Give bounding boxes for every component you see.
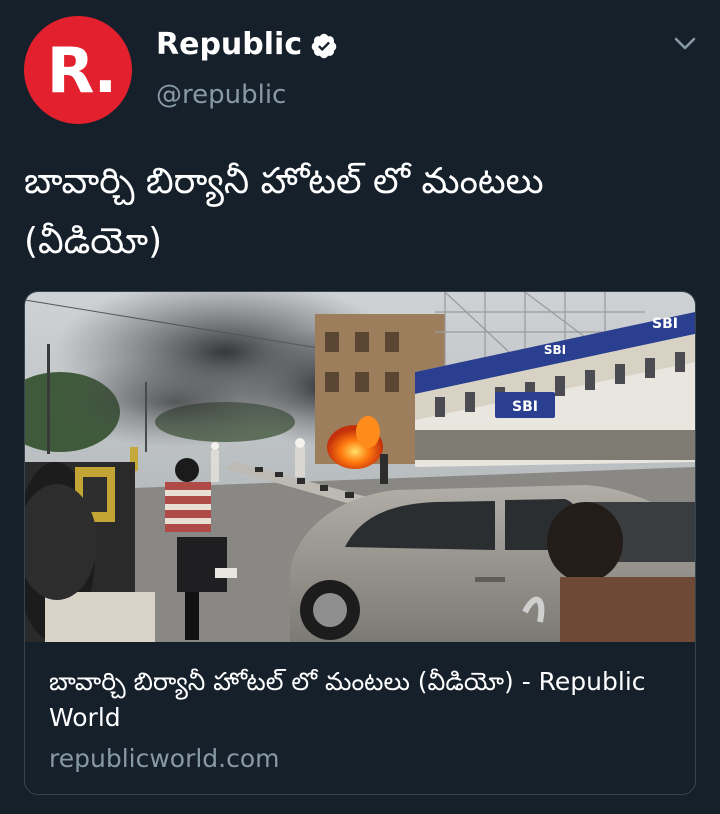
link-preview-card[interactable]: SBI SBI SBI బావార్చి బిర్యానీ హోటల్ లో మ…: [24, 291, 696, 795]
sbi-sign-right: SBI: [652, 316, 678, 332]
tweet-text: బావార్చి బిర్యానీ హోటల్ లో మంటలు (వీడియో…: [24, 161, 544, 262]
card-image: SBI SBI SBI: [25, 292, 695, 642]
chevron-down-icon[interactable]: [672, 34, 698, 54]
avatar[interactable]: R.: [24, 16, 132, 124]
card-domain[interactable]: republicworld.com: [49, 744, 280, 774]
author-name-row: Republic: [156, 30, 338, 60]
author-handle[interactable]: @republic: [156, 80, 286, 111]
verified-badge-icon: [311, 33, 337, 58]
avatar-logo-text: R.: [46, 34, 117, 107]
sbi-sign-mid: SBI: [544, 343, 566, 357]
card-title[interactable]: బావార్చి బిర్యానీ హోటల్ లో మంటలు (వీడియో…: [49, 664, 679, 736]
author-display-name[interactable]: Republic: [156, 30, 302, 60]
sbi-sign-main: SBI: [512, 399, 538, 415]
